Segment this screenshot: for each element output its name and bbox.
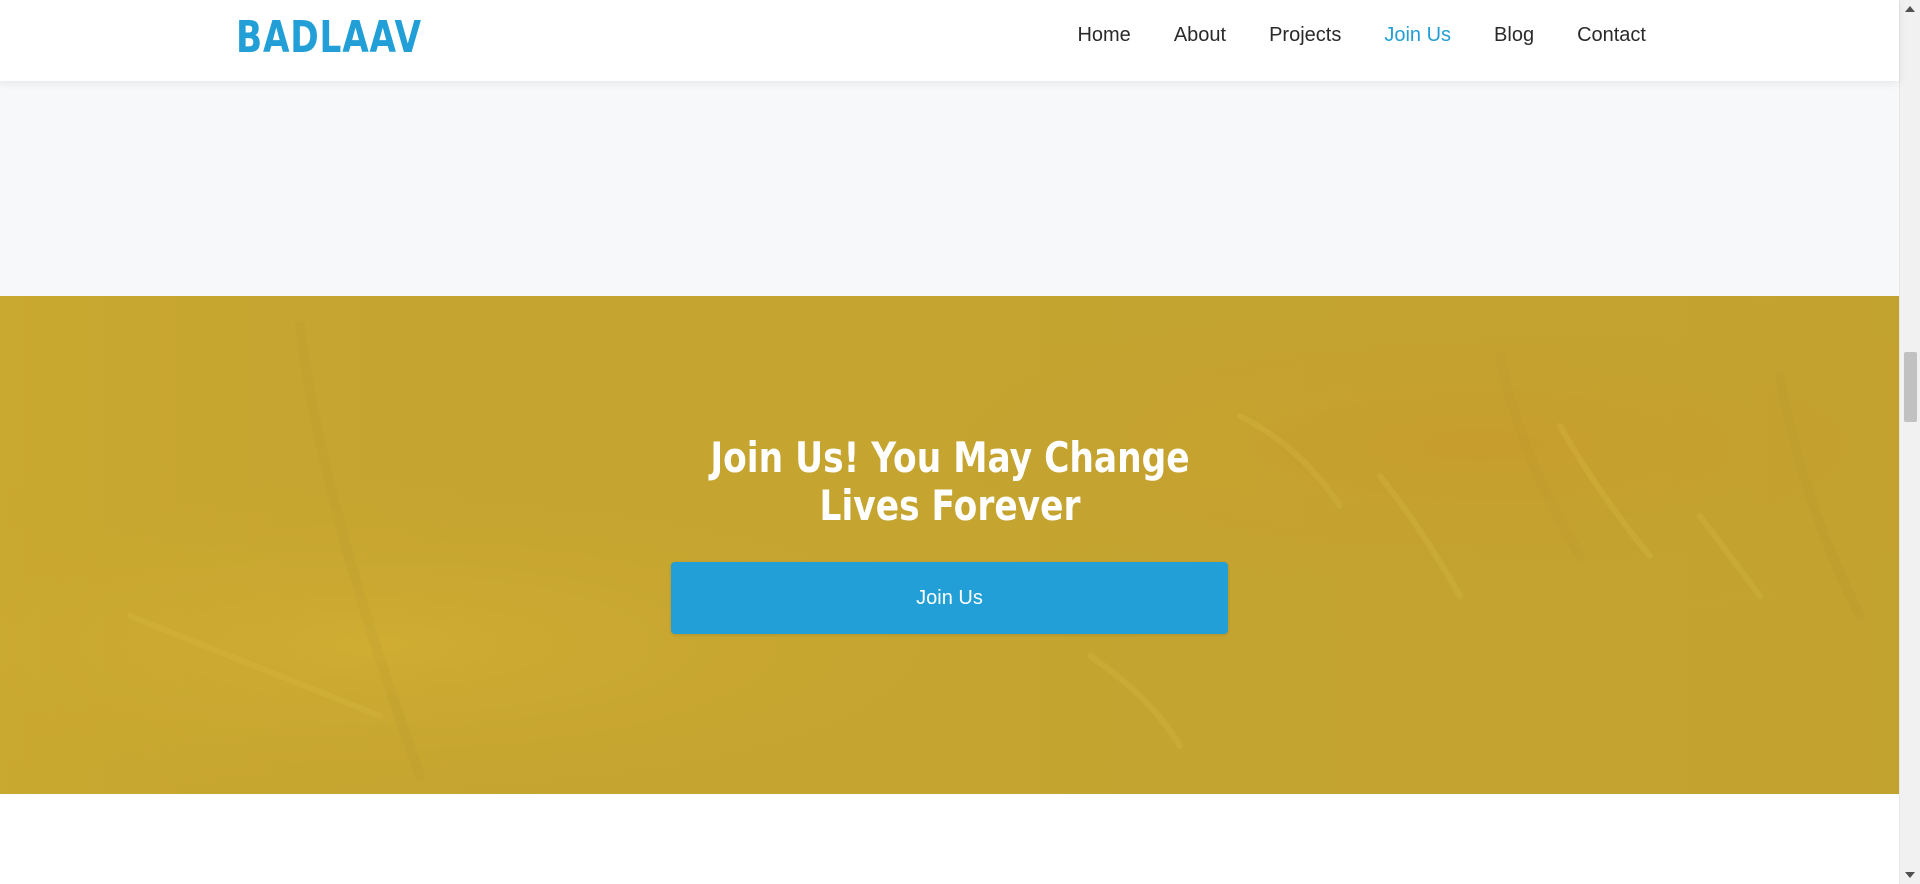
next-section xyxy=(0,794,1899,884)
join-us-button[interactable]: Join Us xyxy=(671,562,1228,634)
nav-join-us[interactable]: Join Us xyxy=(1384,0,1451,70)
nav-blog[interactable]: Blog xyxy=(1494,0,1534,70)
site-logo[interactable]: BADLAAV xyxy=(236,12,422,64)
join-us-cta-section: Join Us! You May Change Lives Forever Jo… xyxy=(0,296,1899,794)
main-nav: Home About Projects Join Us Blog Contact xyxy=(1077,0,1646,70)
nav-contact[interactable]: Contact xyxy=(1577,0,1646,70)
page-scrollbar[interactable] xyxy=(1899,0,1920,884)
site-header: BADLAAV Home About Projects Join Us Blog… xyxy=(0,0,1899,81)
scroll-up-arrow-icon[interactable] xyxy=(1905,6,1915,12)
cta-title: Join Us! You May Change Lives Forever xyxy=(0,434,1899,530)
scrollbar-thumb[interactable] xyxy=(1904,352,1917,422)
previous-section xyxy=(0,81,1899,296)
nav-projects[interactable]: Projects xyxy=(1269,0,1341,70)
page: BADLAAV Home About Projects Join Us Blog… xyxy=(0,0,1920,884)
scroll-down-arrow-icon[interactable] xyxy=(1905,872,1915,878)
background-photo-overlay xyxy=(0,296,1899,794)
cta-title-text: Join Us! You May Change Lives Forever xyxy=(709,433,1190,530)
nav-home[interactable]: Home xyxy=(1077,0,1130,70)
nav-about[interactable]: About xyxy=(1174,0,1226,70)
